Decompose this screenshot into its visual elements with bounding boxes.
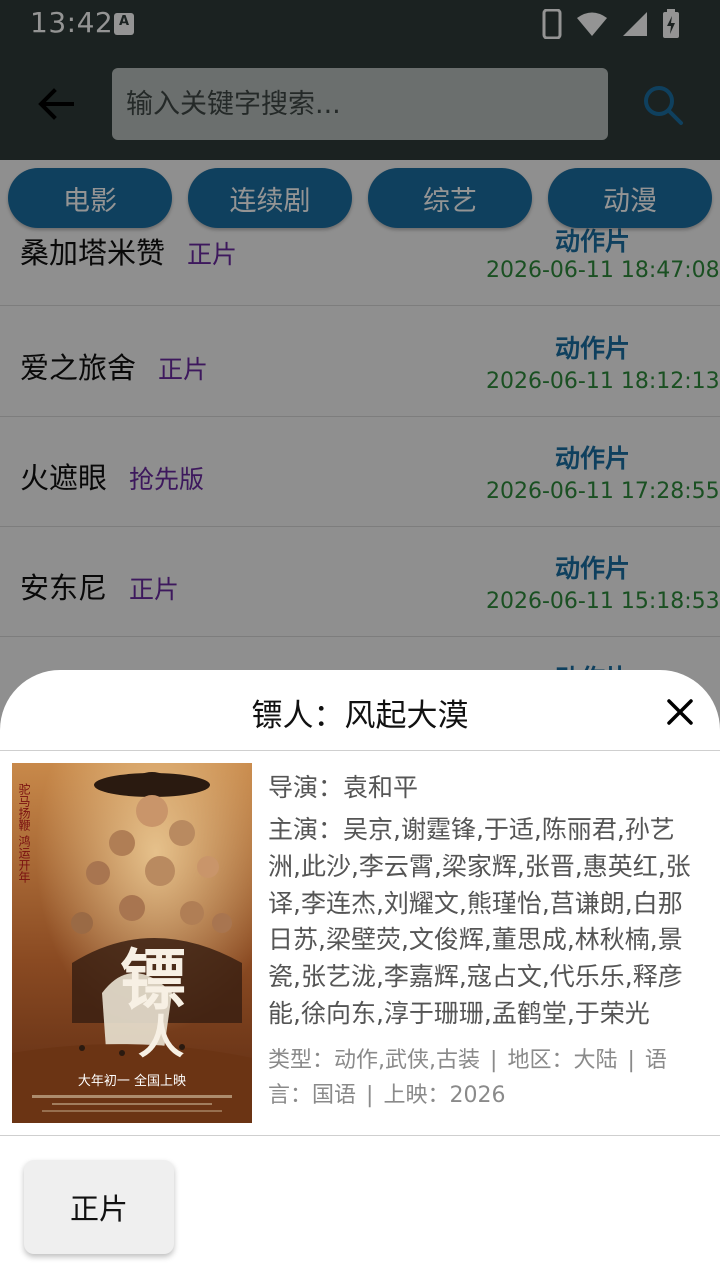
detail-divider-top [0,750,720,751]
region-label: 地区： [507,1047,574,1073]
language-value: 国语 [312,1082,357,1108]
play-episode-button[interactable]: 正片 [24,1160,174,1254]
close-button[interactable] [660,692,700,732]
detail-divider-bottom [0,1135,720,1136]
type-value: 动作,武侠,古装 [334,1047,481,1073]
poster-small-char: 人 [138,1010,184,1064]
region-value: 大陆 [573,1047,618,1073]
type-label: 类型： [268,1047,335,1073]
director-label: 导演： [268,773,344,802]
poster-side-text: 驼马扬鞭 鸿运开年 [17,782,31,883]
meta-separator: | [366,1082,374,1108]
release-value: 2026 [449,1082,506,1108]
director-line: 导演：袁和平 [268,770,704,806]
cast-line: 主演：吴京,谢霆锋,于适,陈丽君,孙艺洲,此沙,李云霄,梁家辉,张晋,惠英红,张… [268,812,704,1033]
meta-line: 类型：动作,武侠,古装 | 地区：大陆 | 语言：国语 | 上映：2026 [268,1043,704,1113]
release-label: 上映： [383,1082,450,1108]
cast-value: 吴京,谢霆锋,于适,陈丽君,孙艺洲,此沙,李云霄,梁家辉,张晋,惠英红,张译,李… [268,815,691,1028]
cast-label: 主演： [268,815,344,844]
detail-info: 导演：袁和平 主演：吴京,谢霆锋,于适,陈丽君,孙艺洲,此沙,李云霄,梁家辉,张… [268,770,704,1113]
close-icon [667,699,693,725]
detail-sheet: 镖人：风起大漠 镖 人 驼马扬鞭 鸿运开年 大年初一 全国上映 导演：袁和平 主… [0,670,720,1280]
meta-separator: | [490,1047,498,1073]
poster-tagline: 大年初一 全国上映 [78,1073,186,1089]
detail-title: 镖人：风起大漠 [251,698,469,734]
meta-separator: | [627,1047,635,1073]
poster-image: 镖 人 驼马扬鞭 鸿运开年 大年初一 全国上映 [12,763,252,1123]
director-value: 袁和平 [343,773,419,802]
poster-artwork: 镖 人 驼马扬鞭 鸿运开年 大年初一 全国上映 [12,763,252,1123]
poster-big-char: 镖 [120,941,186,1019]
